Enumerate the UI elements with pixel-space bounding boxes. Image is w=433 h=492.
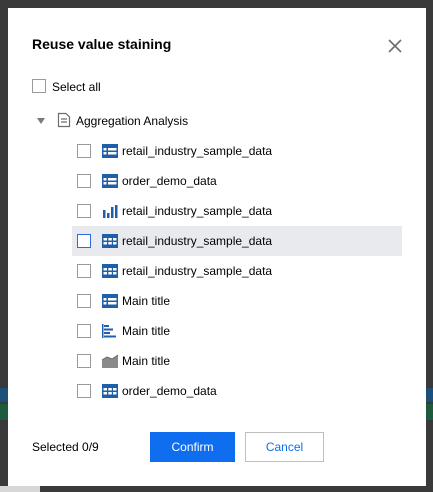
item-checkbox[interactable]	[77, 384, 91, 398]
item-checkbox[interactable]	[77, 144, 91, 158]
list-item[interactable]: Main title	[72, 286, 402, 316]
list-item[interactable]: retail_industry_sample_data	[72, 136, 402, 166]
table-icon	[102, 144, 118, 158]
list-item[interactable]: order_demo_data	[72, 166, 402, 196]
item-checkbox[interactable]	[77, 324, 91, 338]
area-chart-icon	[101, 354, 119, 368]
item-label: retail_industry_sample_data	[122, 204, 273, 218]
grid-table-icon	[102, 384, 118, 398]
close-icon[interactable]	[386, 37, 404, 55]
item-label: order_demo_data	[122, 174, 217, 188]
list-item[interactable]: retail_industry_sample_data	[72, 226, 402, 256]
item-label: retail_industry_sample_data	[122, 144, 273, 158]
item-label: order_demo_data	[122, 384, 217, 398]
item-checkbox[interactable]	[77, 234, 91, 248]
list-item[interactable]: Main title	[72, 316, 402, 346]
item-checkbox[interactable]	[77, 294, 91, 308]
list-item[interactable]: retail_industry_sample_data	[72, 196, 402, 226]
dialog-title: Reuse value staining	[32, 36, 172, 52]
item-label: retail_industry_sample_data	[122, 234, 273, 248]
item-label: Main title	[122, 354, 171, 368]
grid-table-icon	[102, 234, 118, 248]
item-checkbox[interactable]	[77, 174, 91, 188]
select-all-checkbox[interactable]	[32, 79, 46, 93]
cancel-button[interactable]: Cancel	[245, 432, 324, 462]
selected-count: Selected 0/9	[32, 440, 99, 454]
item-label: Main title	[122, 294, 171, 308]
caret-down-icon[interactable]	[36, 116, 46, 126]
list-item[interactable]: Main title	[72, 346, 402, 376]
table-icon	[102, 294, 118, 308]
bar-chart-icon	[102, 204, 118, 218]
folder-label: Aggregation Analysis	[76, 114, 189, 128]
background-app-strip	[0, 486, 40, 492]
grid-table-icon	[102, 264, 118, 278]
horizontal-bar-icon	[102, 324, 118, 338]
list-item[interactable]: order_demo_data	[72, 376, 402, 406]
item-label: retail_industry_sample_data	[122, 264, 273, 278]
document-icon	[57, 112, 71, 128]
table-icon	[102, 174, 118, 188]
item-checkbox[interactable]	[77, 204, 91, 218]
item-checkbox[interactable]	[77, 354, 91, 368]
confirm-button[interactable]: Confirm	[150, 432, 235, 462]
item-label: Main title	[122, 324, 171, 338]
reuse-value-staining-dialog: Reuse value staining Select all Aggregat…	[8, 8, 426, 486]
list-item[interactable]: retail_industry_sample_data	[72, 256, 402, 286]
select-all-label: Select all	[52, 80, 101, 94]
item-checkbox[interactable]	[77, 264, 91, 278]
